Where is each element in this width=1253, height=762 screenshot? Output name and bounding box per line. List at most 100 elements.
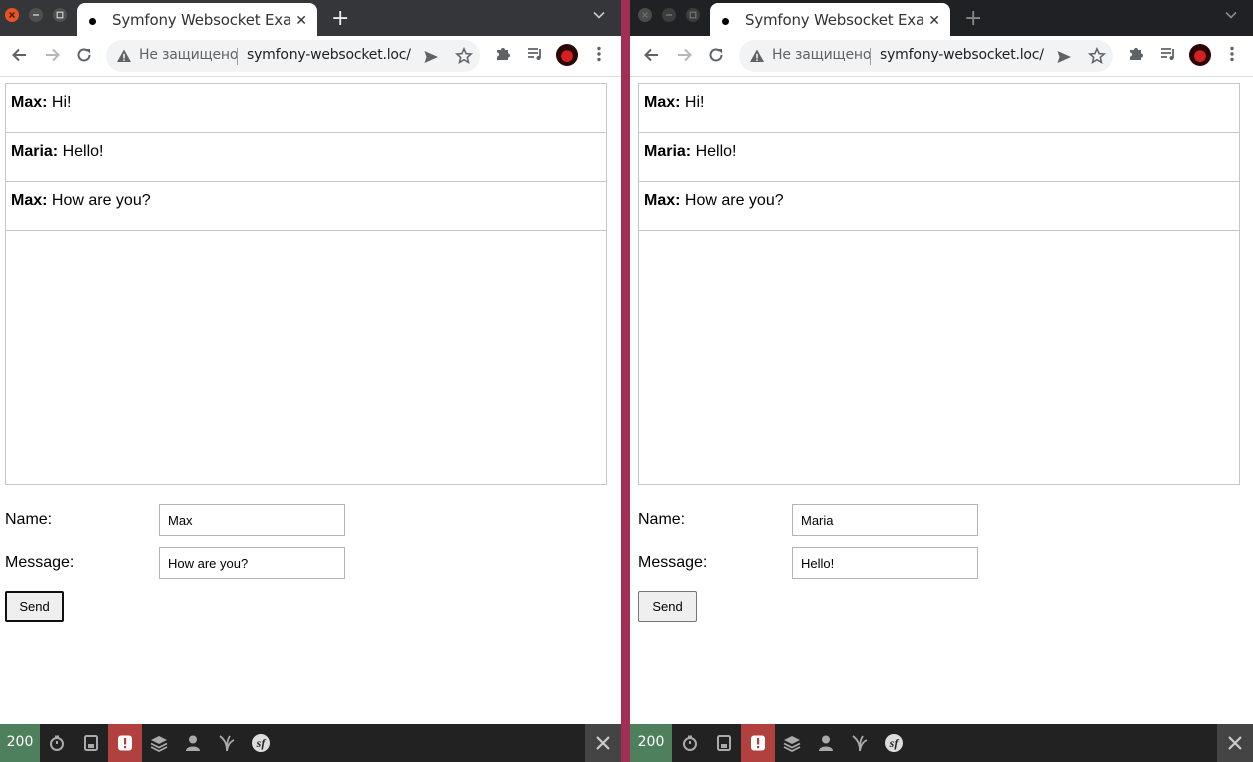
kebab-menu-icon[interactable] (1223, 45, 1241, 63)
name-input[interactable] (792, 504, 978, 536)
window-minimize-button[interactable] (662, 8, 676, 22)
svg-text:sf: sf (256, 736, 267, 750)
name-label: Name: (638, 511, 686, 528)
layers-icon[interactable] (142, 724, 176, 762)
extensions-puzzle-icon[interactable] (1127, 45, 1145, 63)
new-tab-plus-icon[interactable]: + (331, 6, 349, 31)
tab-close-icon[interactable]: ✕ (928, 12, 940, 29)
message-label: Message: (5, 554, 75, 571)
tab-search-chevron-icon[interactable] (592, 8, 606, 22)
symfony-logo-icon[interactable]: sf (877, 724, 911, 762)
chat-log: Max: Hi! Maria: Hello! Max: How are you? (5, 83, 607, 485)
new-tab-plus-icon[interactable]: + (964, 6, 982, 31)
tab-title: Symfony Websocket Example (112, 11, 290, 29)
chat-message: Maria: Hello! (639, 133, 1239, 182)
timer-icon[interactable] (40, 724, 74, 762)
window-close-button[interactable] (638, 8, 652, 22)
url-text[interactable]: symfony-websocket.loc/ (880, 47, 1044, 63)
message-author: Max: (644, 94, 681, 111)
send-button[interactable]: Send (638, 591, 697, 622)
status-code-badge[interactable]: 200 (0, 724, 40, 762)
omnibox-separator (237, 48, 238, 65)
audio-indicator-icon (722, 18, 729, 25)
tab-close-icon[interactable]: ✕ (295, 12, 307, 29)
twig-icon[interactable] (843, 724, 877, 762)
tab-strip: Symfony Websocket Example ✕ + (0, 0, 621, 36)
tab-strip: Symfony Websocket Example ✕ + (630, 0, 1253, 36)
tab-title: Symfony Websocket Example (745, 11, 923, 29)
layers-icon[interactable] (775, 724, 809, 762)
name-label: Name: (5, 511, 53, 528)
profile-avatar[interactable] (1189, 44, 1211, 66)
svg-text:sf: sf (889, 736, 900, 750)
twig-icon[interactable] (210, 724, 244, 762)
toolbar-close-icon[interactable] (585, 724, 621, 762)
media-control-icon[interactable] (526, 45, 544, 63)
page-content: Max: Hi! Maria: Hello! Max: How are you?… (0, 77, 621, 724)
user-icon[interactable] (176, 724, 210, 762)
send-to-devices-icon[interactable] (423, 49, 439, 65)
message-text: Hello! (691, 143, 737, 160)
omnibox-separator (870, 48, 871, 65)
user-icon[interactable] (809, 724, 843, 762)
error-alert-icon[interactable] (741, 724, 775, 762)
chat-message: Max: Hi! (6, 84, 606, 133)
profile-avatar[interactable] (556, 44, 578, 66)
message-text: How are you? (47, 192, 151, 209)
message-text: Hi! (680, 94, 705, 111)
message-text: Hi! (47, 94, 72, 111)
tab-active[interactable]: Symfony Websocket Example ✕ (710, 3, 950, 36)
chat-message: Max: Hi! (639, 84, 1239, 133)
toolbar-close-icon[interactable] (1217, 724, 1253, 762)
back-arrow-icon[interactable] (10, 45, 30, 65)
memory-icon[interactable] (74, 724, 108, 762)
reload-icon[interactable] (706, 45, 726, 65)
warning-icon (117, 49, 131, 62)
symfony-logo-icon[interactable]: sf (244, 724, 278, 762)
browser-window-left: Symfony Websocket Example ✕ + Не защищен… (0, 0, 621, 762)
message-text: Hello! (58, 143, 104, 160)
message-input[interactable] (792, 547, 978, 579)
tab-search-chevron-icon[interactable] (1224, 8, 1238, 22)
name-input[interactable] (159, 504, 345, 536)
reload-icon[interactable] (74, 45, 94, 65)
send-to-devices-icon[interactable] (1056, 49, 1072, 65)
window-maximize-button[interactable] (686, 8, 700, 22)
page-content: Max: Hi! Maria: Hello! Max: How are you?… (630, 77, 1253, 724)
bookmark-star-icon[interactable] (1088, 47, 1106, 65)
window-maximize-button[interactable] (53, 8, 67, 22)
url-text[interactable]: symfony-websocket.loc/ (247, 47, 411, 63)
extensions-puzzle-icon[interactable] (494, 45, 512, 63)
timer-icon[interactable] (673, 724, 707, 762)
bookmark-star-icon[interactable] (455, 47, 473, 65)
chat-message: Maria: Hello! (6, 133, 606, 182)
address-bar[interactable]: Не защищено symfony-websocket.loc/ (106, 40, 480, 72)
message-author: Maria: (644, 143, 692, 160)
symfony-debug-toolbar: 200 sf (0, 724, 621, 762)
chat-message: Max: How are you? (6, 182, 606, 231)
symfony-debug-toolbar: 200 sf (630, 724, 1253, 762)
chat-log: Max: Hi! Maria: Hello! Max: How are you? (638, 83, 1240, 485)
kebab-menu-icon[interactable] (590, 45, 608, 63)
browser-window-right: Symfony Websocket Example ✕ + Не защищен… (630, 0, 1253, 762)
tab-active[interactable]: Symfony Websocket Example ✕ (77, 3, 317, 36)
send-button[interactable]: Send (5, 591, 64, 622)
browser-toolbar: Не защищено symfony-websocket.loc/ (0, 36, 621, 77)
security-label: Не защищено (139, 47, 239, 63)
address-bar[interactable]: Не защищено symfony-websocket.loc/ (739, 40, 1113, 72)
error-alert-icon[interactable] (108, 724, 142, 762)
media-control-icon[interactable] (1159, 45, 1177, 63)
forward-arrow-icon[interactable] (674, 45, 694, 65)
security-label: Не защищено (772, 47, 872, 63)
forward-arrow-icon[interactable] (42, 45, 62, 65)
message-author: Maria: (11, 143, 59, 160)
message-input[interactable] (159, 547, 345, 579)
browser-toolbar: Не защищено symfony-websocket.loc/ (630, 36, 1253, 77)
message-author: Max: (11, 94, 48, 111)
window-minimize-button[interactable] (29, 8, 43, 22)
status-code-badge[interactable]: 200 (630, 724, 672, 762)
window-close-button[interactable] (5, 8, 19, 22)
memory-icon[interactable] (707, 724, 741, 762)
chat-message: Max: How are you? (639, 182, 1239, 231)
back-arrow-icon[interactable] (642, 45, 662, 65)
